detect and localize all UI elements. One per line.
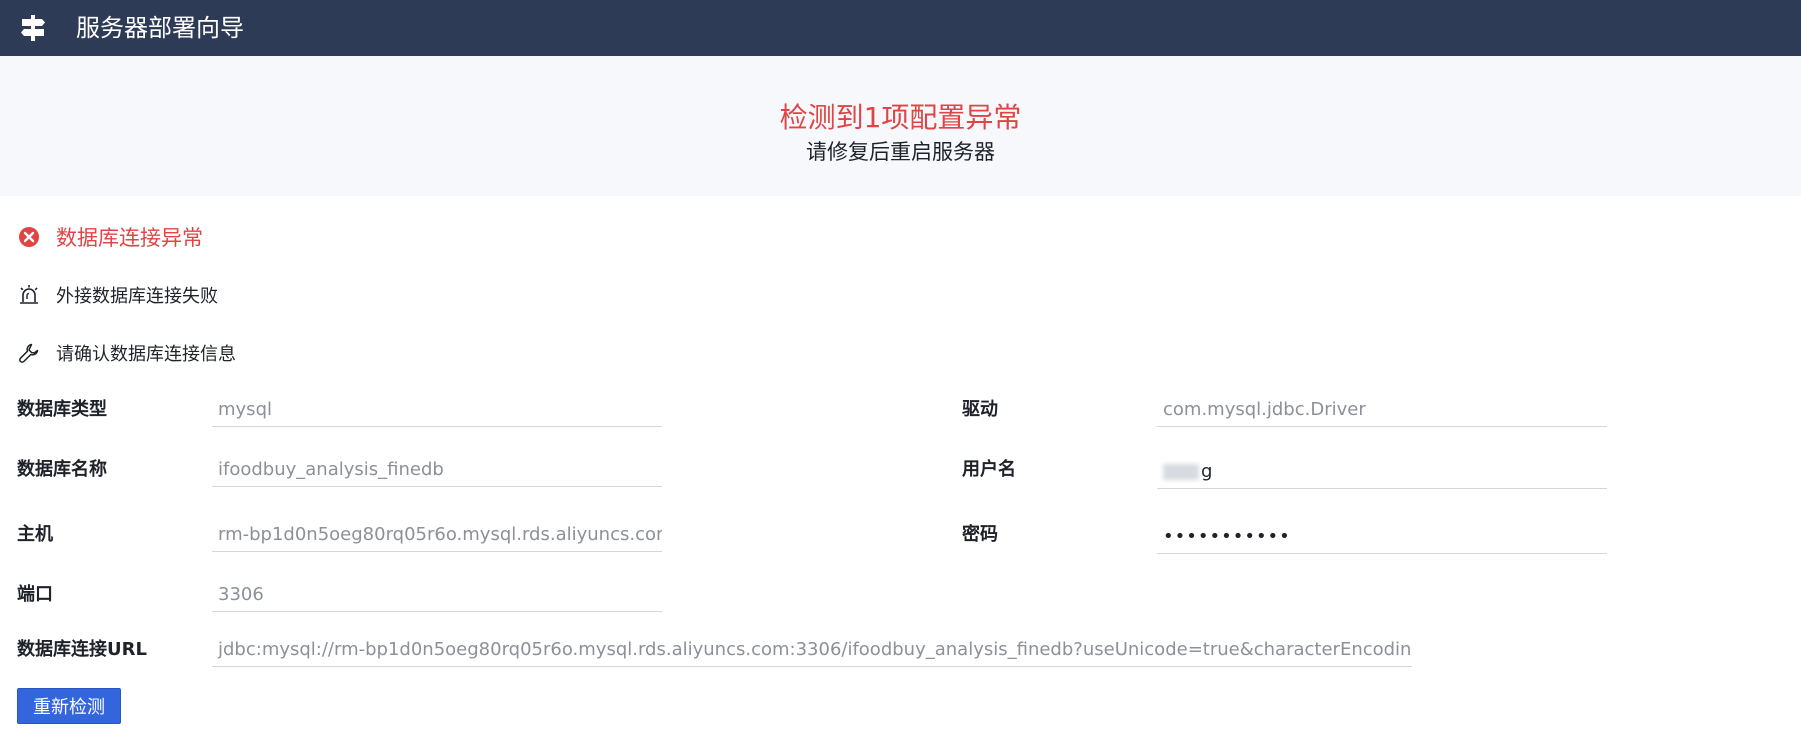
db-type-label: 数据库类型 [17, 399, 107, 420]
top-bar: 服务器部署向导 [0, 0, 1801, 56]
failure-reason-text: 外接数据库连接失败 [56, 286, 218, 307]
alert-banner: 检测到1项配置异常 请修复后重启服务器 [0, 56, 1801, 196]
port-label: 端口 [17, 584, 53, 605]
failure-reason-row: 外接数据库连接失败 [18, 280, 218, 310]
username-label: 用户名 [962, 459, 1016, 480]
db-error-row: 数据库连接异常 [18, 222, 203, 252]
wrench-icon [19, 343, 39, 363]
username-field[interactable]: g [1157, 455, 1607, 489]
redacted-text [1163, 464, 1199, 480]
port-field[interactable]: 3306 [212, 578, 662, 612]
recheck-button[interactable]: 重新检测 [17, 688, 121, 724]
password-field[interactable]: ••••••••••• [1157, 520, 1607, 554]
db-name-field[interactable]: ifoodbuy_analysis_finedb [212, 453, 662, 487]
banner-subtitle: 请修复后重启服务器 [806, 140, 995, 164]
banner-title: 检测到1项配置异常 [779, 101, 1022, 134]
db-type-field[interactable]: mysql [212, 393, 662, 427]
advice-row: 请确认数据库连接信息 [18, 338, 236, 368]
db-url-label: 数据库连接URL [17, 639, 147, 660]
db-error-text: 数据库连接异常 [56, 226, 203, 250]
db-name-label: 数据库名称 [17, 459, 107, 480]
alarm-light-icon [20, 285, 38, 304]
app-title: 服务器部署向导 [76, 14, 244, 42]
host-field[interactable]: rm-bp1d0n5oeg80rq05r6o.mysql.rds.aliyunc… [212, 518, 662, 552]
username-value: g [1201, 461, 1213, 482]
advice-text: 请确认数据库连接信息 [56, 344, 236, 365]
password-label: 密码 [962, 524, 998, 545]
host-label: 主机 [17, 524, 53, 545]
db-url-field[interactable]: jdbc:mysql://rm-bp1d0n5oeg80rq05r6o.mysq… [212, 633, 1412, 667]
driver-field[interactable]: com.mysql.jdbc.Driver [1157, 393, 1607, 427]
error-circle-icon [19, 227, 39, 247]
driver-label: 驱动 [962, 399, 998, 420]
signpost-icon [21, 15, 45, 41]
